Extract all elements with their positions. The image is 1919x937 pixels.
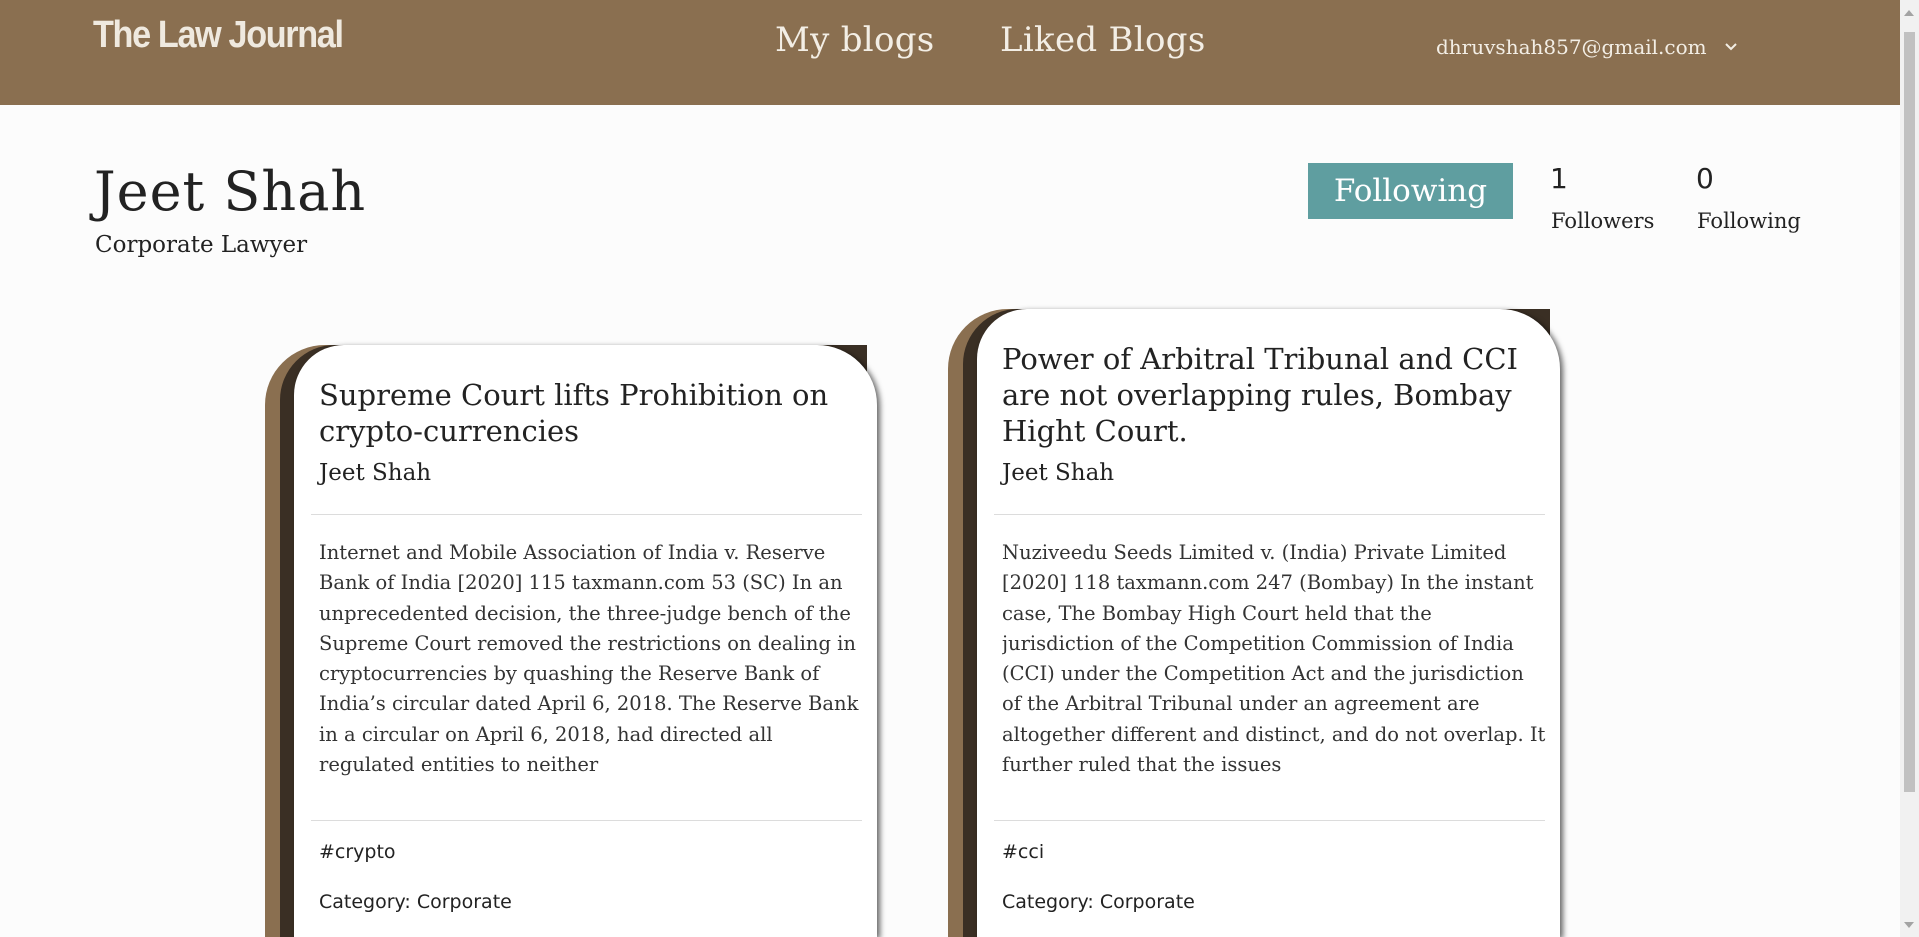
user-email[interactable]: dhruvshah857@gmail.com (1436, 35, 1707, 59)
blog-tag[interactable]: #crypto (319, 841, 396, 863)
scroll-down-arrow-icon[interactable] (1904, 922, 1914, 928)
following-count[interactable]: 0 (1696, 162, 1714, 195)
blog-author[interactable]: Jeet Shah (1002, 460, 1114, 486)
divider (994, 820, 1545, 821)
top-navbar: The Law Journal My blogs Liked Blogs dhr… (0, 0, 1900, 105)
following-button[interactable]: Following (1308, 163, 1513, 219)
card-panel: Supreme Court lifts Prohibition on crypt… (294, 345, 877, 937)
chevron-down-icon[interactable] (1723, 39, 1739, 55)
blog-card[interactable]: Power of Arbitral Tribunal and CCI are n… (948, 309, 1560, 937)
divider (311, 514, 862, 515)
page-scrollbar[interactable] (1900, 0, 1919, 937)
followers-count[interactable]: 1 (1550, 162, 1568, 195)
blog-tag[interactable]: #cci (1002, 841, 1044, 863)
divider (994, 514, 1545, 515)
followers-label[interactable]: Followers (1551, 209, 1654, 233)
site-logo[interactable]: The Law Journal (93, 14, 344, 57)
blog-excerpt: Internet and Mobile Association of India… (319, 541, 859, 777)
card-panel: Power of Arbitral Tribunal and CCI are n… (977, 309, 1560, 937)
divider (311, 820, 862, 821)
scroll-up-arrow-icon[interactable] (1904, 10, 1914, 16)
blog-title[interactable]: Power of Arbitral Tribunal and CCI are n… (1002, 341, 1540, 449)
scroll-thumb[interactable] (1904, 32, 1915, 792)
blog-category: Category: Corporate (319, 891, 512, 913)
nav-liked-blogs[interactable]: Liked Blogs (1000, 20, 1206, 60)
blog-card[interactable]: Supreme Court lifts Prohibition on crypt… (265, 345, 877, 937)
blog-excerpt: Nuziveedu Seeds Limited v. (India) Priva… (1002, 541, 1546, 777)
profile-role: Corporate Lawyer (95, 232, 308, 258)
following-label[interactable]: Following (1697, 209, 1801, 233)
blog-category: Category: Corporate (1002, 891, 1195, 913)
profile-name: Jeet Shah (94, 160, 367, 223)
nav-my-blogs[interactable]: My blogs (775, 20, 935, 60)
blog-title[interactable]: Supreme Court lifts Prohibition on crypt… (319, 377, 857, 449)
blog-author[interactable]: Jeet Shah (319, 460, 431, 486)
